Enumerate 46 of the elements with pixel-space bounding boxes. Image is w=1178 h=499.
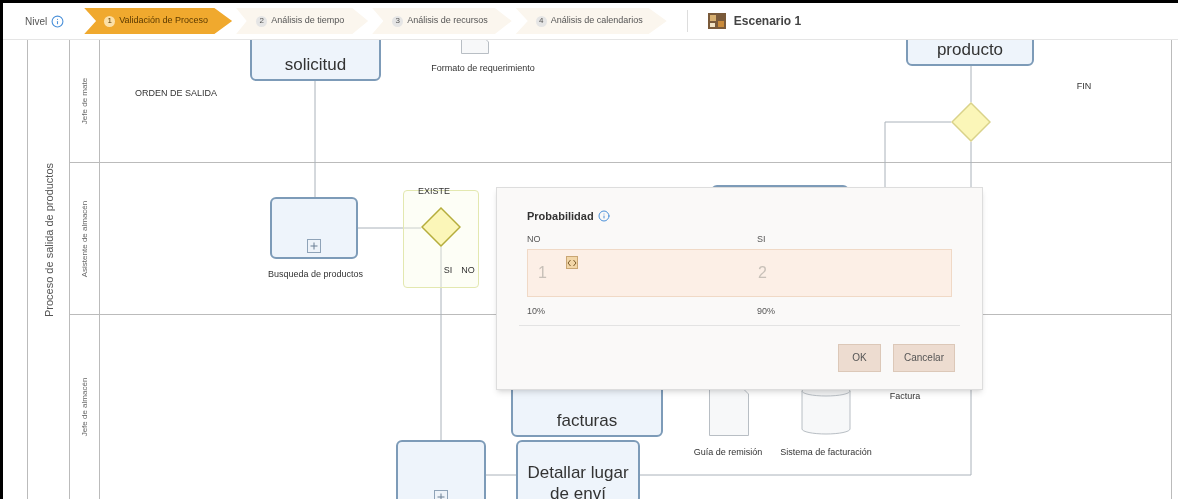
scenario-title: Escenario 1	[733, 13, 802, 30]
diagram-label: Busqueda de productos	[266, 268, 365, 280]
level-label: Nivel	[25, 14, 48, 29]
ok-button[interactable]: OK	[837, 343, 881, 372]
dialog-title: Probabilidad	[527, 209, 594, 224]
diagram-label: ORDEN DE SALIDA	[134, 87, 218, 99]
gateway-diamond[interactable]	[421, 207, 461, 247]
pool-title: Proceso de salida de productos	[41, 162, 56, 318]
connector-line[interactable]	[970, 65, 972, 103]
task-shape[interactable]: Detallar lugar de enví	[516, 440, 640, 499]
task-shape[interactable]: producto	[906, 40, 1034, 66]
cancel-button[interactable]: Cancelar	[892, 343, 955, 372]
percentage-value: 90%	[757, 305, 776, 318]
diagram-label: SI	[442, 264, 454, 276]
step-tab[interactable]: 1 Validación de Proceso	[84, 8, 233, 34]
diagram-label: Factura	[888, 390, 922, 402]
task-shape[interactable]: solicitud	[250, 40, 381, 81]
connector-line[interactable]	[314, 80, 316, 198]
lane-title: Asistente de almacén	[78, 200, 90, 277]
connector-line[interactable]	[485, 474, 517, 476]
slider-handle[interactable]	[566, 256, 579, 269]
column-header: NO	[527, 232, 542, 246]
gateway-diamond[interactable]	[951, 102, 991, 142]
column-header: SI	[757, 232, 767, 246]
diagram-label: Guía de remisión	[692, 446, 764, 458]
lane-title: Jefe de mate	[78, 77, 90, 125]
document-icon[interactable]	[709, 388, 749, 436]
connector-line[interactable]	[357, 227, 422, 229]
diagram-label: FIN	[1075, 80, 1093, 92]
connector-line[interactable]	[440, 246, 442, 441]
percentage-value: 10%	[527, 305, 546, 318]
diagram-label: Formato de requerimiento	[430, 62, 536, 74]
step-tab[interactable]: 3 Análisis de recursos	[372, 8, 512, 34]
expand-marker-icon	[307, 239, 321, 253]
gateway-label: EXISTE	[418, 185, 450, 198]
diagram-label: Sistema de facturación	[779, 446, 873, 458]
resize-arrows-icon	[567, 258, 578, 267]
info-icon[interactable]	[597, 210, 610, 223]
scenario-icon	[707, 13, 726, 29]
step-tab[interactable]: 2 Análisis de tiempo	[236, 8, 369, 34]
diagram-label: NO	[460, 264, 476, 276]
task-shape[interactable]	[396, 440, 486, 499]
lane-title: Jefe de almacén	[78, 377, 90, 437]
task-shape[interactable]	[270, 197, 358, 259]
info-icon[interactable]	[51, 14, 65, 28]
step-tab[interactable]: 4 Análisis de calendarios	[515, 8, 667, 34]
